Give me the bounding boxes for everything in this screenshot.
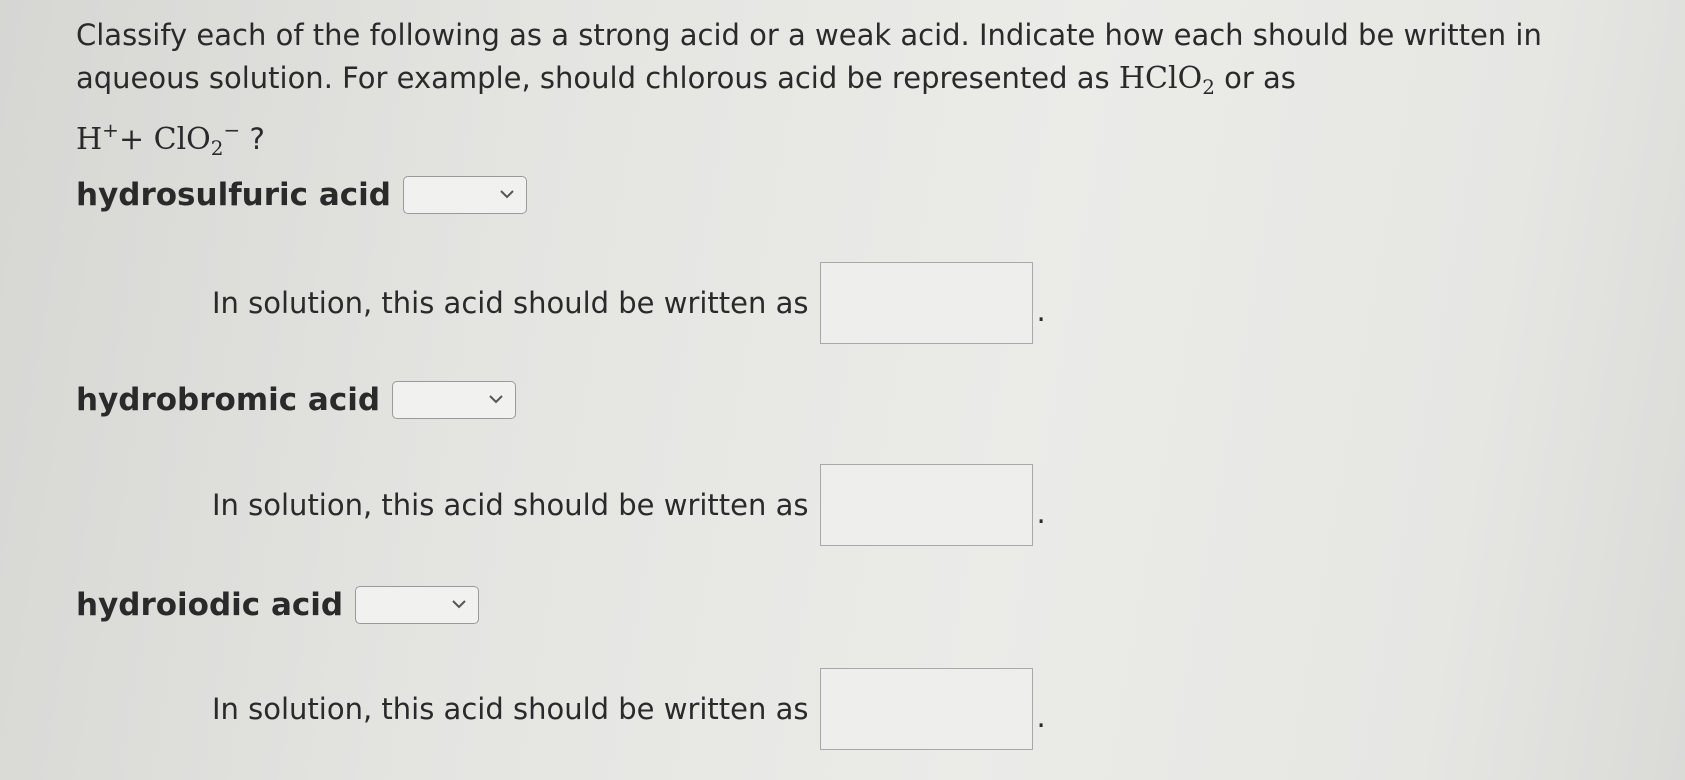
formula-hclo2: HClO2: [1118, 61, 1215, 99]
solution-row-hydrosulfuric: In solution, this acid should be written…: [212, 262, 1046, 344]
acid-row-hydrobromic: hydrobromic acid: [76, 381, 517, 419]
solution-label: In solution, this acid should be written…: [212, 692, 809, 726]
answer-input-hydrosulfuric[interactable]: [820, 262, 1034, 344]
acid-label: hydrobromic acid: [76, 382, 381, 418]
chevron-down-icon: [452, 600, 466, 609]
solution-row-hydroiodic: In solution, this acid should be written…: [212, 668, 1046, 750]
strength-select-hydroiodic[interactable]: [355, 586, 480, 624]
period: .: [1036, 700, 1046, 734]
acid-row-hydroiodic: hydroiodic acid: [76, 586, 480, 624]
answer-input-hydrobromic[interactable]: [820, 464, 1034, 546]
acid-row-hydrosulfuric: hydrosulfuric acid: [76, 176, 527, 214]
acid-label: hydrosulfuric acid: [76, 177, 391, 213]
solution-label: In solution, this acid should be written…: [212, 286, 809, 320]
strength-select-hydrobromic[interactable]: [392, 381, 517, 419]
formula-ions: H++ ClO2−: [76, 118, 241, 160]
question-text: Classify each of the following as a stro…: [76, 14, 1656, 170]
acid-label: hydroiodic acid: [76, 587, 344, 623]
question-intro: Classify each of the following as a stro…: [76, 18, 1542, 95]
chevron-down-icon: [489, 395, 503, 404]
period: .: [1036, 496, 1046, 530]
question-or-as: or as: [1214, 61, 1296, 95]
strength-select-hydrosulfuric[interactable]: [402, 176, 527, 214]
chevron-down-icon: [500, 190, 514, 199]
solution-row-hydrobromic: In solution, this acid should be written…: [212, 464, 1046, 546]
period: .: [1036, 294, 1046, 328]
answer-input-hydroiodic[interactable]: [820, 668, 1034, 750]
solution-label: In solution, this acid should be written…: [212, 488, 809, 522]
question-mark: ?: [249, 122, 265, 156]
